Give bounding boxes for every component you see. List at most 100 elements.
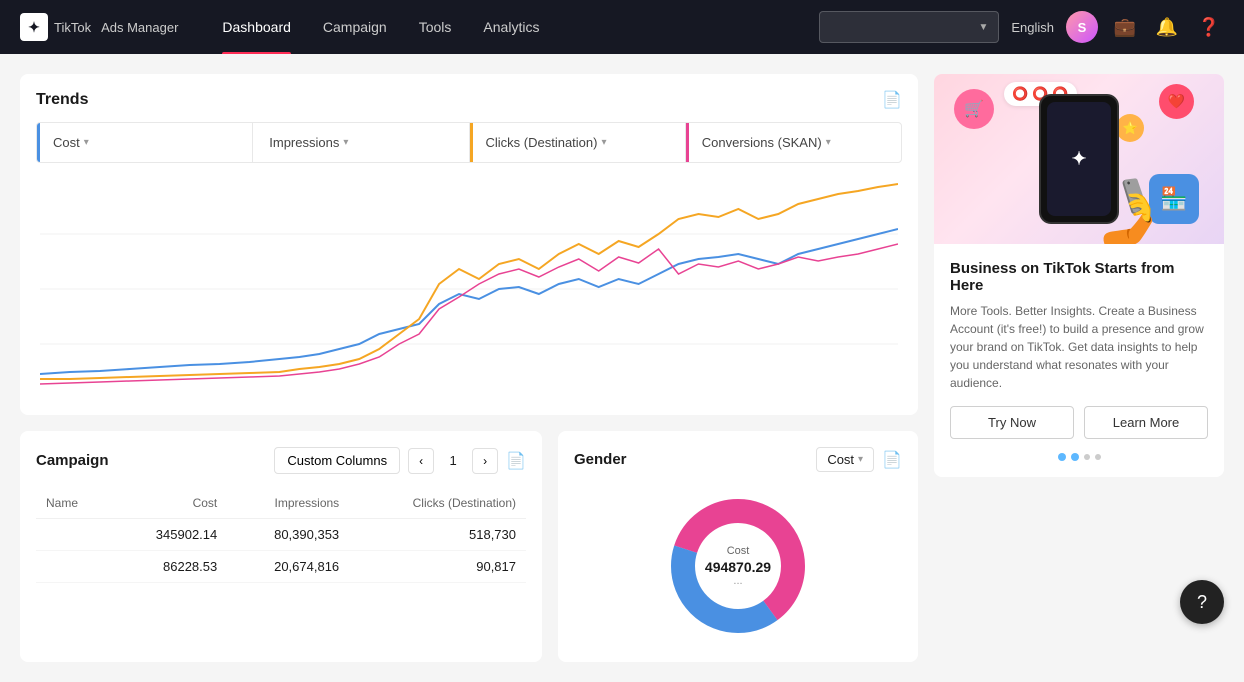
gender-card: Gender Cost ▾ 📄 bbox=[558, 431, 918, 662]
logo-sub: Ads Manager bbox=[101, 20, 178, 35]
bottom-section: Campaign Custom Columns ‹ 1 › 📄 bbox=[20, 431, 918, 662]
gender-title: Gender bbox=[574, 451, 627, 468]
language-selector[interactable]: English bbox=[1011, 20, 1054, 35]
chevron-icon: ▾ bbox=[84, 137, 89, 148]
help-circle-icon[interactable]: ❓ bbox=[1194, 12, 1224, 42]
table-row: 86228.53 20,674,816 90,817 bbox=[36, 551, 526, 583]
metric-cost[interactable]: Cost ▾ bbox=[37, 123, 253, 162]
donut-chart-container: Cost 494870.29 ... bbox=[574, 486, 902, 646]
gender-export-icon[interactable]: 📄 bbox=[882, 450, 902, 470]
next-page-button[interactable]: › bbox=[472, 448, 498, 474]
tiktok-icon: ✦ bbox=[20, 13, 48, 41]
phone-screen: ✦ bbox=[1047, 102, 1111, 216]
donut-label: Cost bbox=[705, 545, 771, 557]
metric-impressions-label: Impressions ▾ bbox=[269, 135, 452, 150]
logo-text: TikTok bbox=[54, 20, 91, 35]
gender-metric-select[interactable]: Cost ▾ bbox=[816, 447, 874, 472]
deco-cart-bubble: 🛒 bbox=[954, 89, 994, 129]
metric-cost-label: Cost ▾ bbox=[53, 135, 236, 150]
campaign-controls: Custom Columns ‹ 1 › 📄 bbox=[274, 447, 526, 474]
row-cost: 86228.53 bbox=[111, 551, 228, 583]
row-cost: 345902.14 bbox=[111, 519, 228, 551]
trends-title: Trends bbox=[36, 91, 88, 109]
campaign-table: Name Cost Impressions Clicks (Destinatio… bbox=[36, 488, 526, 583]
row-clicks: 518,730 bbox=[349, 519, 526, 551]
nav-campaign[interactable]: Campaign bbox=[309, 0, 401, 54]
tiktok-phone-logo: ✦ bbox=[1071, 149, 1086, 170]
nav-right-actions: ▼ English S 💼 🔔 ❓ bbox=[819, 11, 1224, 43]
main-content: Trends 📄 Cost ▾ Impressions ▾ bbox=[0, 54, 1244, 682]
promo-card: 🛒 ❤️ 🏪 ⭐ ✦ 🤳 ⭕⭕⭕ Business on TikTok bbox=[934, 74, 1224, 477]
chevron-icon: ▾ bbox=[343, 137, 348, 148]
chevron-down-icon: ▼ bbox=[978, 22, 988, 33]
deco-heart-bubble: ❤️ bbox=[1159, 84, 1194, 119]
metric-cards: Cost ▾ Impressions ▾ Clicks (Destination… bbox=[36, 122, 902, 163]
donut-chart: Cost 494870.29 ... bbox=[658, 486, 818, 646]
table-header-row: Name Cost Impressions Clicks (Destinatio… bbox=[36, 488, 526, 519]
phone-mockup: ✦ bbox=[1039, 94, 1119, 224]
row-name bbox=[36, 519, 111, 551]
metric-conversions-label: Conversions (SKAN) ▾ bbox=[702, 135, 885, 150]
help-button[interactable]: ? bbox=[1180, 580, 1224, 624]
deco-star-bubble: ⭐ bbox=[1116, 114, 1144, 142]
row-impressions: 80,390,353 bbox=[227, 519, 349, 551]
right-panel: 🛒 ❤️ 🏪 ⭐ ✦ 🤳 ⭕⭕⭕ Business on TikTok bbox=[934, 74, 1224, 662]
try-now-button[interactable]: Try Now bbox=[950, 406, 1074, 439]
promo-title: Business on TikTok Starts from Here bbox=[950, 260, 1208, 294]
gender-controls: Cost ▾ 📄 bbox=[816, 447, 902, 472]
chevron-icon: ▾ bbox=[826, 137, 831, 148]
dot-2[interactable] bbox=[1071, 453, 1079, 461]
gender-header: Gender Cost ▾ 📄 bbox=[574, 447, 902, 472]
page-number: 1 bbox=[440, 448, 466, 474]
donut-sub: ... bbox=[705, 575, 771, 587]
prev-page-button[interactable]: ‹ bbox=[408, 448, 434, 474]
notification-icon[interactable]: 🔔 bbox=[1152, 12, 1182, 42]
chevron-down-icon: ▾ bbox=[858, 454, 863, 465]
left-panel: Trends 📄 Cost ▾ Impressions ▾ bbox=[20, 74, 918, 662]
campaign-card: Campaign Custom Columns ‹ 1 › 📄 bbox=[20, 431, 542, 662]
trends-card: Trends 📄 Cost ▾ Impressions ▾ bbox=[20, 74, 918, 415]
carousel-dots bbox=[950, 453, 1208, 461]
cost-label: Cost bbox=[827, 452, 854, 467]
briefcase-icon[interactable]: 💼 bbox=[1110, 12, 1140, 42]
nav-analytics[interactable]: Analytics bbox=[469, 0, 553, 54]
nav-dashboard[interactable]: Dashboard bbox=[208, 0, 305, 54]
brand-logo[interactable]: ✦ TikTok Ads Manager bbox=[20, 13, 178, 41]
dot-3[interactable] bbox=[1084, 454, 1090, 460]
campaign-header: Campaign Custom Columns ‹ 1 › 📄 bbox=[36, 447, 526, 474]
trends-export-icon[interactable]: 📄 bbox=[882, 90, 902, 110]
custom-columns-button[interactable]: Custom Columns bbox=[274, 447, 400, 474]
promo-buttons: Try Now Learn More bbox=[950, 406, 1208, 439]
dot-1[interactable] bbox=[1058, 453, 1066, 461]
trends-header: Trends 📄 bbox=[36, 90, 902, 110]
learn-more-button[interactable]: Learn More bbox=[1084, 406, 1208, 439]
top-navigation: ✦ TikTok Ads Manager Dashboard Campaign T… bbox=[0, 0, 1244, 54]
trend-chart bbox=[36, 179, 902, 399]
campaign-title: Campaign bbox=[36, 452, 109, 469]
col-clicks: Clicks (Destination) bbox=[349, 488, 526, 519]
account-search[interactable]: ▼ bbox=[819, 11, 999, 43]
donut-value: 494870.29 bbox=[705, 559, 771, 575]
metric-conversions[interactable]: Conversions (SKAN) ▾ bbox=[686, 123, 901, 162]
nav-tools[interactable]: Tools bbox=[405, 0, 466, 54]
pagination: ‹ 1 › bbox=[408, 448, 498, 474]
dot-4[interactable] bbox=[1095, 454, 1101, 460]
row-impressions: 20,674,816 bbox=[227, 551, 349, 583]
campaign-export-icon[interactable]: 📄 bbox=[506, 451, 526, 471]
donut-center-info: Cost 494870.29 ... bbox=[705, 545, 771, 587]
metric-clicks[interactable]: Clicks (Destination) ▾ bbox=[470, 123, 686, 162]
avatar[interactable]: S bbox=[1066, 11, 1098, 43]
table-row: 345902.14 80,390,353 518,730 bbox=[36, 519, 526, 551]
promo-content: Business on TikTok Starts from Here More… bbox=[934, 244, 1224, 477]
promo-image: 🛒 ❤️ 🏪 ⭐ ✦ 🤳 ⭕⭕⭕ bbox=[934, 74, 1224, 244]
promo-desc: More Tools. Better Insights. Create a Bu… bbox=[950, 302, 1208, 392]
col-impressions: Impressions bbox=[227, 488, 349, 519]
metric-impressions[interactable]: Impressions ▾ bbox=[253, 123, 469, 162]
col-name: Name bbox=[36, 488, 111, 519]
metric-clicks-label: Clicks (Destination) ▾ bbox=[486, 135, 669, 150]
col-cost: Cost bbox=[111, 488, 228, 519]
nav-links: Dashboard Campaign Tools Analytics bbox=[208, 0, 819, 54]
chevron-icon: ▾ bbox=[601, 137, 606, 148]
trend-chart-svg bbox=[40, 179, 898, 399]
row-name bbox=[36, 551, 111, 583]
